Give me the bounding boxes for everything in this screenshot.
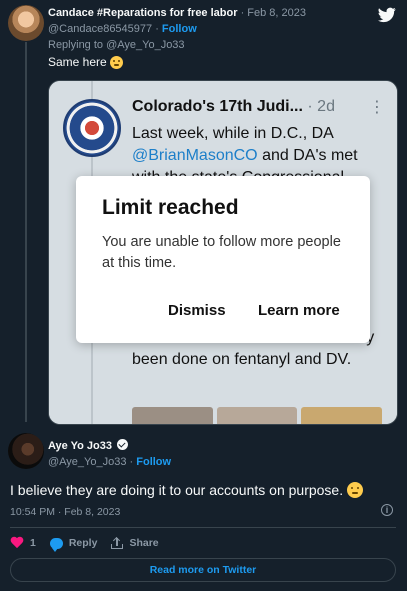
screenshot-background: Colorado's 17th Judi... · 2d ⋮ Last week… xyxy=(49,81,397,424)
main-handle-row: @Aye_Yo_Jo33 · Follow xyxy=(48,456,171,468)
reply-author-row: Candace #Reparations for free labor · Fe… xyxy=(48,7,306,19)
screenshot-account-row: Colorado's 17th Judi... · 2d xyxy=(132,98,335,116)
photo-thumb xyxy=(216,407,298,424)
main-tweet-text: I believe they are doing it to our accou… xyxy=(10,482,363,498)
main-follow-sep: · xyxy=(126,456,137,468)
photo-thumb xyxy=(301,407,383,424)
reply-tweet-text: Same here xyxy=(48,55,124,69)
reply-follow-link[interactable]: Follow xyxy=(162,23,197,35)
dismiss-button: Dismiss xyxy=(168,302,226,319)
reply-author-name[interactable]: Candace #Reparations for free labor xyxy=(48,7,238,19)
like-button[interactable]: 1 xyxy=(10,537,36,549)
learn-more-button: Learn more xyxy=(258,302,340,319)
reply-handle[interactable]: @Candace86545977 xyxy=(48,23,152,35)
avatar-candace[interactable] xyxy=(8,5,44,41)
dialog-body: You are unable to follow more people at … xyxy=(102,234,341,271)
main-text-content: I believe they are doing it to our accou… xyxy=(10,482,344,498)
district-seal-avatar xyxy=(63,99,121,157)
screenshot-mention: @BrianMasonCO xyxy=(132,147,258,164)
divider xyxy=(10,527,396,528)
tweet-embed: Candace #Reparations for free labor · Fe… xyxy=(0,0,407,591)
like-count: 1 xyxy=(30,537,36,549)
attached-screenshot[interactable]: Colorado's 17th Judi... · 2d ⋮ Last week… xyxy=(48,80,398,425)
thinking-face-emoji xyxy=(347,482,363,498)
heart-icon xyxy=(10,537,24,549)
screenshot-photos xyxy=(132,407,383,424)
replying-to-label[interactable]: Replying to @Aye_Yo_Jo33 xyxy=(48,39,185,51)
screenshot-line-2: and DA's met xyxy=(257,147,358,164)
limit-reached-dialog: Limit reached You are unable to follow m… xyxy=(76,176,370,343)
reply-handle-row: @Candace86545977 · Follow xyxy=(48,23,197,35)
share-button[interactable]: Share xyxy=(111,537,159,549)
dialog-title: Limit reached xyxy=(102,196,239,219)
main-follow-link[interactable]: Follow xyxy=(136,456,171,468)
thread-line xyxy=(25,42,27,422)
share-label: Share xyxy=(129,537,159,549)
reply-follow-sep: · xyxy=(152,23,162,35)
thinking-face-emoji xyxy=(110,56,124,69)
main-author-name[interactable]: Aye Yo Jo33 xyxy=(48,440,112,452)
read-more-button[interactable]: Read more on Twitter xyxy=(10,558,396,582)
screenshot-age-value: 2d xyxy=(317,98,335,115)
info-icon[interactable]: i xyxy=(381,504,393,516)
tweet-timestamp[interactable]: 10:54 PM · Feb 8, 2023 xyxy=(10,506,120,518)
chat-bubble-icon xyxy=(49,537,63,552)
reply-button[interactable]: Reply xyxy=(49,537,98,552)
reply-date[interactable]: Feb 8, 2023 xyxy=(247,7,306,19)
screenshot-account-name: Colorado's 17th Judi... xyxy=(132,98,303,115)
main-author-row: Aye Yo Jo33 xyxy=(48,439,129,452)
screenshot-age: · 2d xyxy=(307,98,335,115)
twitter-bird-icon[interactable] xyxy=(378,7,396,23)
verified-badge-icon xyxy=(117,439,129,450)
main-handle[interactable]: @Aye_Yo_Jo33 xyxy=(48,456,126,468)
share-icon xyxy=(111,537,124,549)
more-dots-icon: ⋮ xyxy=(369,99,385,116)
reply-text-content: Same here xyxy=(48,55,107,69)
avatar-aye[interactable] xyxy=(8,433,44,469)
reply-time-sep: · xyxy=(237,7,248,19)
action-bar: 1 Reply Share xyxy=(10,537,173,552)
reply-label: Reply xyxy=(68,537,98,549)
screenshot-line-1: Last week, while in D.C., DA xyxy=(132,125,334,142)
photo-thumb xyxy=(132,407,213,424)
